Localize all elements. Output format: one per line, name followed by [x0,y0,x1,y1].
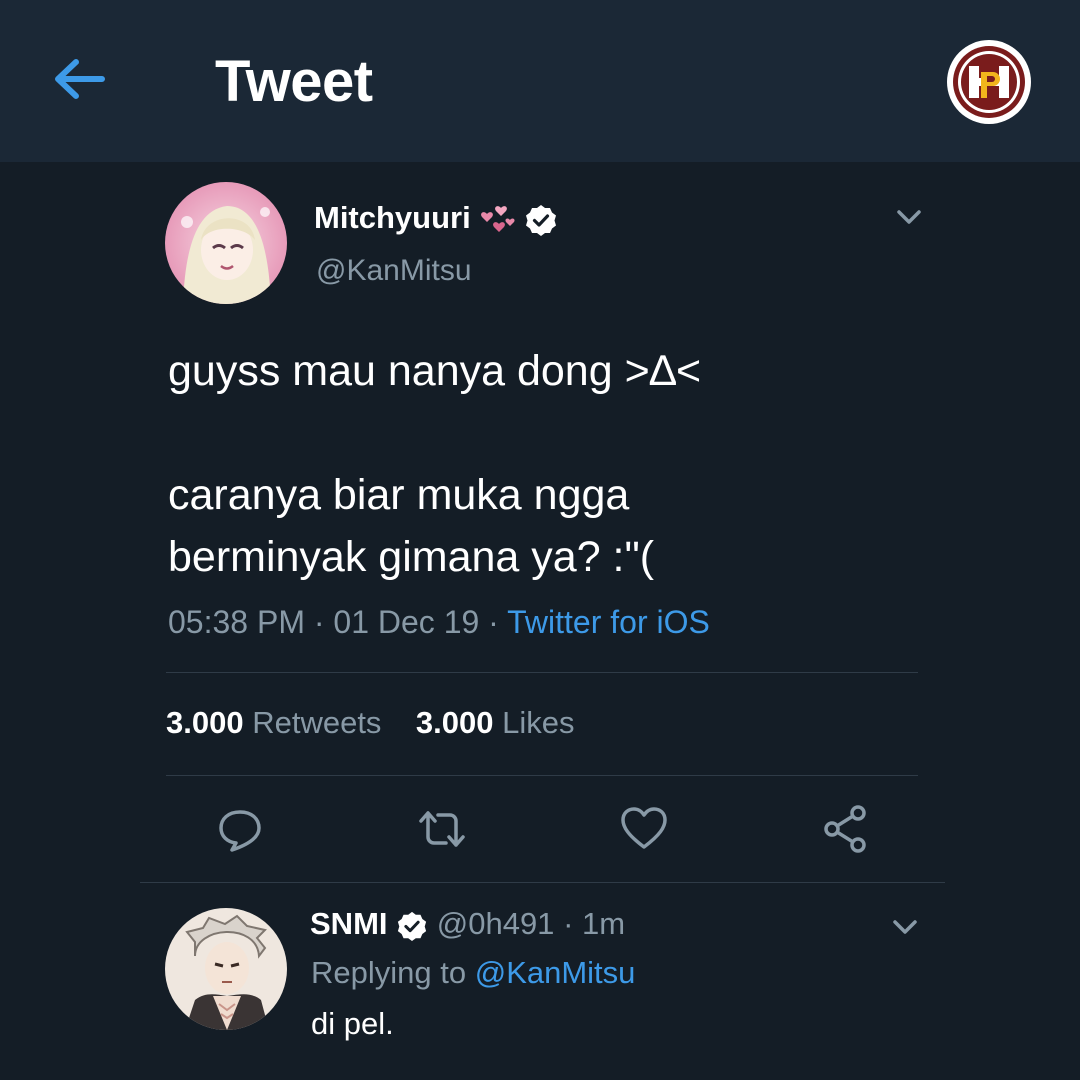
avatar[interactable] [165,182,287,304]
like-button[interactable] [618,803,670,855]
divider [166,672,918,673]
tweet-date: 01 Dec 19 [333,604,480,640]
meta-separator: · [488,604,499,640]
reply-author-name[interactable]: SNMI [310,906,388,941]
divider [166,775,918,776]
verified-badge-icon [525,204,556,236]
reply-time: 1m [582,906,626,941]
back-button[interactable] [50,52,108,106]
reply-header: SNMI @0h491 · 1m [310,906,625,942]
tweet-menu-button[interactable] [894,202,924,232]
tweet-author-handle[interactable]: @KanMitsu [316,254,472,288]
replying-to-mention[interactable]: @KanMitsu [475,955,636,990]
reply-body: di pel. [311,1006,394,1041]
avatar[interactable] [165,908,287,1030]
replying-to-line: Replying to @KanMitsu [311,955,635,991]
retweet-button[interactable] [416,803,468,855]
reply-icon [219,810,261,852]
reply-menu-button[interactable] [890,912,920,942]
meta-separator: · [563,906,574,941]
tweet-source-link[interactable]: Twitter for iOS [507,604,710,640]
retweets-stat[interactable]: 3.000 Retweets [166,705,390,740]
page-title: Tweet [215,49,373,114]
share-button[interactable] [820,803,872,855]
retweets-count: 3.000 [166,705,244,740]
tweet-time: 05:38 PM [168,604,305,640]
retweet-icon [419,811,465,847]
likes-label: Likes [502,705,575,740]
chevron-down-icon [893,920,917,934]
tweet-text-line: berminyak gimana ya? :"( [168,533,655,581]
reply-button[interactable] [214,803,266,855]
pink-hearts-icon [481,205,515,232]
tweet-body: guyss mau nanya dong >∆< caranya biar mu… [168,340,928,588]
chevron-down-icon [897,210,921,224]
tweet-text-line: caranya biar muka ngga [168,471,630,519]
arrow-left-icon [55,59,105,99]
heart-icon [621,807,667,849]
tweet-stats: 3.000 Retweets 3.000 Likes [166,705,574,741]
retweets-label: Retweets [252,705,382,740]
divider [140,882,945,883]
verified-badge-icon [398,911,427,941]
top-app-bar: Tweet [0,0,1080,162]
share-icon [824,805,866,853]
tweet-meta: 05:38 PM · 01 Dec 19 · Twitter for iOS [168,604,710,641]
tweet-author-name[interactable]: Mitchyuuri [314,200,558,237]
brand-logo-icon [945,38,1033,126]
likes-stat[interactable]: 3.000 Likes [416,705,575,740]
meta-separator: · [313,604,325,640]
tweet-text-line: guyss mau nanya dong >∆< [168,347,702,395]
reply-author-handle[interactable]: @0h491 [437,906,555,941]
replying-to-label: Replying to [311,955,467,990]
author-display-name: Mitchyuuri [314,200,471,235]
likes-count: 3.000 [415,705,494,740]
